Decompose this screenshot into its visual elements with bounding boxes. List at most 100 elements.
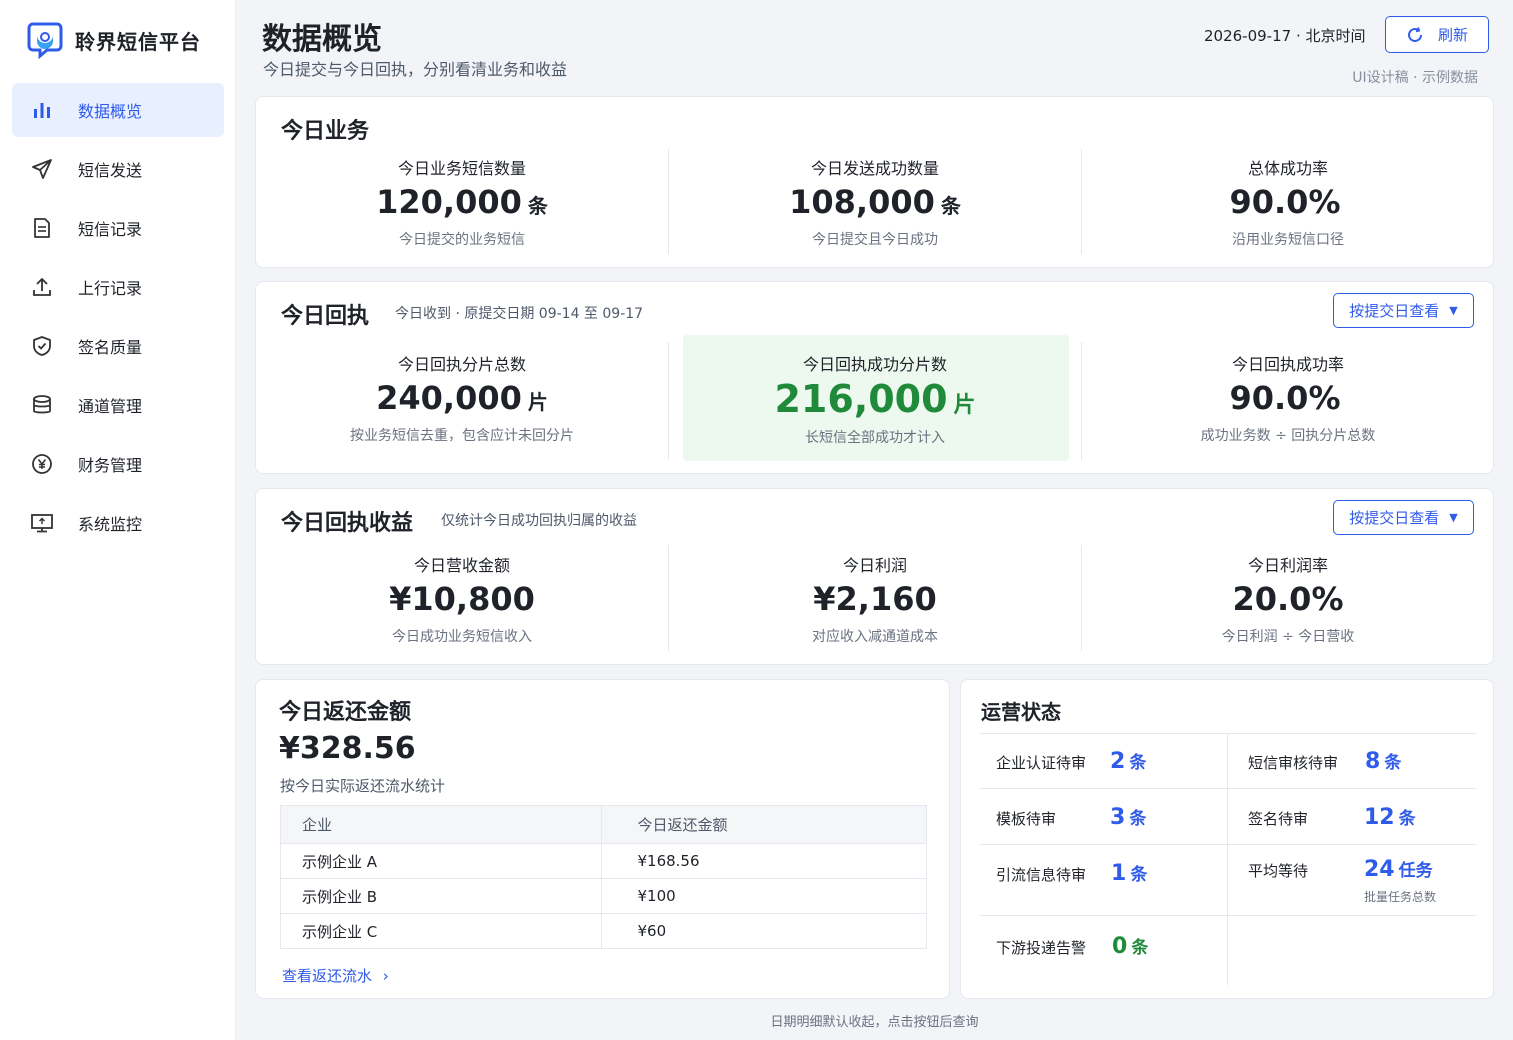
ops-value: 8条 <box>1365 748 1401 774</box>
metric-label: 今日回执成功分片数 <box>802 355 947 374</box>
metric-label: 总体成功率 <box>1247 159 1328 178</box>
sidebar-item-label: 上行记录 <box>78 279 143 298</box>
ops-label: 平均等待 <box>1248 862 1309 880</box>
ops-unit: 条 <box>1384 753 1402 773</box>
metric-unit: 片 <box>527 390 548 414</box>
divider <box>980 915 1476 916</box>
sidebar-item-label: 数据概览 <box>78 102 143 121</box>
sidebar-item-monitor[interactable]: 系统监控 <box>12 496 224 550</box>
metric-value: ¥2,160 <box>813 580 937 618</box>
metric-value: ¥10,800 <box>389 580 535 618</box>
design-note: UI设计稿 · 示例数据 <box>1352 70 1478 86</box>
divider <box>668 342 669 460</box>
refresh-label: 刷新 <box>1437 26 1468 44</box>
sidebar-item-label: 短信记录 <box>78 220 143 239</box>
sidebar-item-send[interactable]: 短信发送 <box>12 142 224 196</box>
refresh-button[interactable]: 刷新 <box>1385 16 1489 53</box>
database-icon <box>30 393 54 417</box>
ops-number: 0 <box>1112 934 1128 959</box>
shield-check-icon <box>30 334 54 358</box>
divider <box>980 844 1476 845</box>
sidebar-item-finance[interactable]: 财务管理 <box>12 437 224 491</box>
divider <box>668 545 669 651</box>
metric-profit: 今日利润 ¥2,160 对应收入减通道成本 <box>689 552 1061 646</box>
ops-unit: 条 <box>1129 753 1147 773</box>
receipt-title: 今日回执 <box>281 304 370 329</box>
refund-table: 企业 今日返还金额 示例企业 A ¥168.56 示例企业 B ¥100 示例企… <box>280 805 927 949</box>
ops-number: 3 <box>1110 805 1126 830</box>
app-logo[interactable]: 聆界短信平台 <box>27 20 201 60</box>
table-header-row: 企业 今日返还金额 <box>280 805 927 844</box>
metric-value: 216,000 <box>774 377 948 421</box>
table-row[interactable]: 示例企业 B ¥100 <box>280 878 927 914</box>
link-label: 查看返还流水 <box>282 967 373 985</box>
sidebar-item-label: 签名质量 <box>78 338 143 357</box>
cell-amount: ¥60 <box>601 913 927 949</box>
caret-down-icon: ▼ <box>1449 511 1458 524</box>
sidebar-item-channel[interactable]: 通道管理 <box>12 378 224 432</box>
divider <box>1081 545 1082 651</box>
ops-number: 2 <box>1110 749 1126 774</box>
document-icon <box>30 216 54 240</box>
ops-number: 1 <box>1111 861 1127 886</box>
ops-label: 模板待审 <box>996 810 1057 828</box>
chat-logo-icon <box>27 22 63 59</box>
ops-unit: 条 <box>1131 938 1149 958</box>
sidebar-item-signature[interactable]: 签名质量 <box>12 319 224 373</box>
app-name: 聆界短信平台 <box>75 29 201 54</box>
footer-note: 日期明细默认收起，点击按钮后查询 <box>770 1015 979 1030</box>
sidebar-item-label: 短信发送 <box>78 161 143 180</box>
ops-label: 签名待审 <box>1248 810 1309 828</box>
receipt-desc: 今日收到 · 原提交日期 09-14 至 09-17 <box>395 306 644 322</box>
revenue-date-select[interactable]: 按提交日查看 ▼ <box>1333 500 1474 535</box>
metric-note: 成功业务数 ÷ 回执分片总数 <box>1200 428 1376 445</box>
sidebar-item-uplink[interactable]: 上行记录 <box>12 260 224 314</box>
ops-label: 短信审核待审 <box>1248 754 1339 772</box>
refund-amount: ¥328.56 <box>279 731 416 766</box>
select-label: 按提交日查看 <box>1349 509 1440 527</box>
refresh-icon <box>1408 26 1422 42</box>
view-refund-flow-link[interactable]: 查看返还流水 › <box>282 965 389 986</box>
table-row[interactable]: 示例企业 C ¥60 <box>280 913 927 949</box>
metric-label: 今日营收金额 <box>413 556 510 575</box>
metric-profit-rate: 今日利润率 20.0% 今日利润 ÷ 今日营收 <box>1102 552 1474 646</box>
metric-value: 108,000 <box>789 183 935 221</box>
sidebar-nav: 数据概览 短信发送 短信记录 上行记录 签名质量 通道管理 财务管理 系统监控 <box>12 83 224 555</box>
revenue-title: 今日回执收益 <box>281 511 414 536</box>
sidebar: 聆界短信平台 数据概览 短信发送 短信记录 上行记录 签名质量 通道管理 财务管… <box>0 0 236 1040</box>
sidebar-item-records[interactable]: 短信记录 <box>12 201 224 255</box>
metric-value: 240,000 <box>376 379 522 417</box>
metric-value: 90.0% <box>1229 183 1341 221</box>
ops-value: 1条 <box>1111 860 1147 886</box>
metric-business-rate: 总体成功率 90.0% 沿用业务短信口径 <box>1102 155 1474 249</box>
revenue-desc: 仅统计今日成功回执归属的收益 <box>441 513 637 529</box>
receipt-date-select[interactable]: 按提交日查看 ▼ <box>1333 293 1474 328</box>
cell-company: 示例企业 A <box>280 843 603 879</box>
sidebar-item-label: 系统监控 <box>78 515 143 534</box>
ops-title: 运营状态 <box>981 700 1061 724</box>
ops-number: 12 <box>1364 805 1395 830</box>
refund-desc: 按今日实际返还流水统计 <box>280 777 446 795</box>
metric-value: 20.0% <box>1232 580 1344 618</box>
divider <box>980 788 1476 789</box>
metric-receipt-total: 今日回执分片总数 240,000 片 按业务短信去重，包含应计未回分片 <box>276 351 648 445</box>
business-title: 今日业务 <box>281 119 370 144</box>
sidebar-item-label: 通道管理 <box>78 397 143 416</box>
metric-unit: 条 <box>940 194 961 218</box>
divider <box>980 733 1476 734</box>
metric-note: 今日成功业务短信收入 <box>392 629 532 646</box>
metric-revenue: 今日营收金额 ¥10,800 今日成功业务短信收入 <box>276 552 648 646</box>
current-date: 2026-09-17 · 北京时间 <box>1204 27 1366 45</box>
yen-icon <box>30 452 54 476</box>
page-title: 数据概览 <box>262 22 382 57</box>
ops-unit: 条 <box>1398 809 1416 829</box>
refund-card: 今日返还金额 ¥328.56 按今日实际返还流水统计 企业 今日返还金额 示例企… <box>255 679 950 999</box>
metric-business-success: 今日发送成功数量 108,000 条 今日提交且今日成功 <box>689 155 1061 249</box>
ops-unit: 条 <box>1130 865 1148 885</box>
sidebar-item-overview[interactable]: 数据概览 <box>12 83 224 137</box>
ops-card: 运营状态 企业认证待审 2条 短信审核待审 8条 模板待审 3条 签名待审 12… <box>960 679 1494 999</box>
metric-unit: 条 <box>527 194 548 218</box>
metric-business-count: 今日业务短信数量 120,000 条 今日提交的业务短信 <box>276 155 648 249</box>
ops-number: 8 <box>1365 749 1381 774</box>
table-row[interactable]: 示例企业 A ¥168.56 <box>280 843 927 879</box>
